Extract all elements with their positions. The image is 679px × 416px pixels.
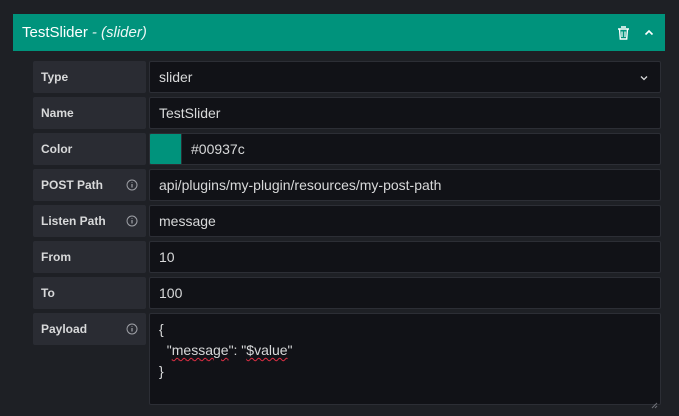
- panel-subtitle: - (slider): [91, 24, 147, 41]
- to-row: To 100: [33, 277, 661, 309]
- from-label: From: [33, 241, 146, 273]
- payload-key: message: [171, 342, 229, 358]
- name-label: Name: [33, 97, 146, 129]
- from-row: From 10: [33, 241, 661, 273]
- payload-label-text: Payload: [41, 322, 88, 336]
- from-input[interactable]: 10: [149, 241, 661, 273]
- payload-line-3: }: [159, 363, 164, 379]
- listen-path-label-text: Listen Path: [41, 214, 106, 228]
- payload-value: $value: [246, 342, 288, 358]
- payload-line-2: "message": "$value": [159, 342, 293, 358]
- post-path-label-text: POST Path: [41, 178, 104, 192]
- to-input-value: 100: [159, 285, 183, 301]
- name-input[interactable]: TestSlider: [149, 97, 661, 129]
- resize-handle-icon[interactable]: [650, 394, 658, 409]
- type-row: Type slider: [33, 61, 661, 93]
- slider-settings-panel: TestSlider - (slider) Type slider Name T…: [13, 14, 665, 416]
- post-path-input[interactable]: api/plugins/my-plugin/resources/my-post-…: [149, 169, 661, 201]
- type-select[interactable]: slider: [149, 61, 661, 93]
- color-input[interactable]: #00937c: [181, 133, 661, 165]
- listen-path-input[interactable]: message: [149, 205, 661, 237]
- payload-line-2-end: ": [287, 342, 293, 358]
- info-icon[interactable]: [126, 179, 138, 191]
- color-label: Color: [33, 133, 146, 165]
- payload-textarea[interactable]: { "message": "$value" }: [149, 313, 661, 409]
- settings-form: Type slider Name TestSlider Color #00937…: [33, 61, 661, 409]
- panel-header[interactable]: TestSlider - (slider): [13, 14, 665, 51]
- payload-line-2-mid: ": ": [228, 342, 247, 358]
- chevron-up-icon[interactable]: [641, 25, 657, 41]
- type-label: Type: [33, 61, 146, 93]
- post-path-label: POST Path: [33, 169, 146, 201]
- from-input-value: 10: [159, 249, 175, 265]
- payload-row: Payload { "message": "$value" }: [33, 313, 661, 409]
- payload-line-1: {: [159, 321, 164, 337]
- info-icon[interactable]: [126, 323, 138, 335]
- payload-line-2-indent: ": [159, 342, 172, 358]
- trash-icon[interactable]: [615, 25, 631, 41]
- color-swatch[interactable]: [149, 133, 182, 165]
- panel-title: TestSlider: [22, 24, 88, 41]
- post-path-row: POST Path api/plugins/my-plugin/resource…: [33, 169, 661, 201]
- listen-path-row: Listen Path message: [33, 205, 661, 237]
- color-row: Color #00937c: [33, 133, 661, 165]
- info-icon[interactable]: [126, 215, 138, 227]
- color-input-value: #00937c: [191, 141, 245, 157]
- listen-path-input-value: message: [159, 213, 216, 229]
- to-input[interactable]: 100: [149, 277, 661, 309]
- post-path-input-value: api/plugins/my-plugin/resources/my-post-…: [159, 177, 442, 193]
- header-actions: [615, 14, 657, 51]
- type-select-value: slider: [159, 69, 193, 85]
- payload-label: Payload: [33, 313, 146, 345]
- chevron-down-icon: [638, 71, 650, 83]
- listen-path-label: Listen Path: [33, 205, 146, 237]
- name-input-value: TestSlider: [159, 105, 221, 121]
- to-label: To: [33, 277, 146, 309]
- name-row: Name TestSlider: [33, 97, 661, 129]
